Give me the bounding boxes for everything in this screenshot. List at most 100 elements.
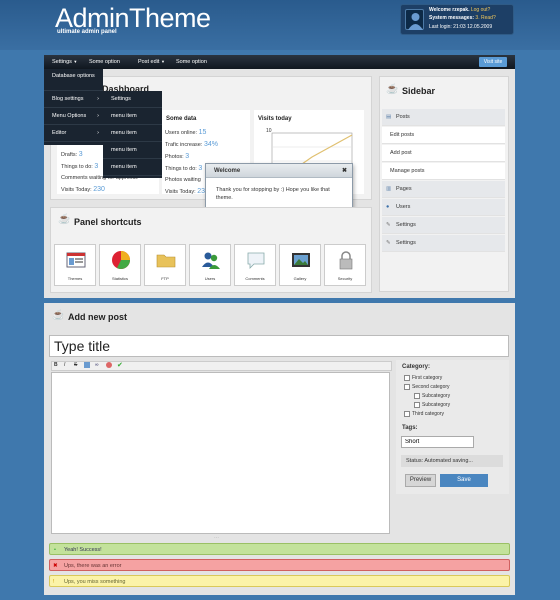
checkbox[interactable] [414,401,420,408]
error-icon: ✖ [53,563,58,569]
shortcut-themes[interactable]: Themes [54,244,96,286]
welcome-text: Welcome rzepak. [429,7,470,13]
sidebar-item-settings[interactable]: ✎ Settings [382,217,505,234]
shortcuts-title: Panel shortcuts [74,217,142,227]
title-input[interactable] [49,335,509,357]
submenu-item[interactable]: menu item [103,125,162,142]
coffee-icon: ☕ [386,84,399,95]
dialog-title: Welcome [214,168,241,174]
checkbox[interactable] [404,374,410,381]
shortcut-label: Gallery [293,276,307,281]
resize-handle[interactable]: ⋯ [214,535,219,541]
wrench-icon: ✎ [386,222,391,228]
comments-icon [247,252,265,269]
strike-button[interactable]: S [74,362,77,368]
sidebar-item-add-post[interactable]: Add post [382,145,505,162]
sidebar-item-manage-posts[interactable]: Manage posts [382,163,505,180]
check-icon[interactable]: ✔ [117,361,123,369]
shortcut-comments[interactable]: Comments [234,244,276,286]
sidebar-item-settings-2[interactable]: ✎ Settings [382,235,505,252]
shortcut-label: Security [337,276,353,281]
warning-message: ! Ups, you miss something [49,575,510,587]
submenu-item[interactable]: menu item [103,108,162,125]
italic-button[interactable]: I [64,362,65,368]
sidebar-item-users[interactable]: ● Users [382,199,505,216]
menu-menu-options[interactable]: Menu Options › [44,108,103,125]
menu-blog-settings[interactable]: Blog settings › [44,91,103,108]
lock-icon [339,251,353,270]
menu-options-submenu: menu item menu item menu item menu item [103,108,162,178]
shortcut-ftp[interactable]: FTP [144,244,186,286]
tagline: ultimate admin panel [57,29,117,35]
link-icon[interactable]: ∞ [95,362,99,368]
shortcut-users[interactable]: Users [189,244,231,286]
dialog-text: Thank you for stopping by :) Hope you li… [216,187,330,201]
some-data-title: Some data [166,116,197,122]
shortcut-label: Themes [67,276,83,281]
system-messages-label: System messages: [429,15,475,21]
post-content-editor[interactable] [51,372,390,534]
visit-site-button[interactable]: Visit site [479,57,507,67]
submenu-item[interactable]: menu item [103,159,162,176]
pages-icon: ▥ [386,186,392,192]
category-label: Category: [402,364,431,370]
shortcut-statistics[interactable]: Statistics [99,244,141,286]
tags-label: Tags: [402,425,418,431]
checkbox[interactable] [404,383,410,390]
shortcut-label: FTP [161,276,169,281]
save-button[interactable]: Save [440,474,488,487]
error-message: ✖ Ups, there was an error [49,559,510,571]
category-second: Second category [412,384,450,390]
category-first: First category [412,375,443,381]
add-post-title: Add new post [68,312,127,322]
checkbox[interactable] [414,392,420,399]
tags-input[interactable] [401,436,474,448]
category-sub-2: Subcategory [422,402,451,408]
visits-today-title: Visits today [258,116,292,122]
shortcut-label: Users [204,276,216,281]
folder-icon [156,254,176,268]
nav-some-option-2[interactable]: Some option [176,55,207,69]
editor-toolbar [51,361,392,371]
wrench-icon: ✎ [386,240,391,246]
sidebar-item-pages[interactable]: ▥ Pages [382,181,505,198]
coffee-icon: ☕ [52,310,65,321]
menu-editor[interactable]: Editor › [44,125,103,142]
sidebar-item-edit-posts[interactable]: Edit posts [382,127,505,144]
shortcut-security[interactable]: Security [324,244,366,286]
shortcut-label: Comments [245,276,265,281]
bold-button[interactable]: B [54,362,58,368]
themes-icon [66,252,86,268]
logout-link[interactable]: Log out? [471,7,490,13]
checkbox[interactable] [404,410,410,417]
shortcut-gallery[interactable]: Gallery [279,244,321,286]
messages-count[interactable]: 3. [475,15,479,21]
category-third: Third category [412,411,444,417]
unlink-icon[interactable] [106,362,112,368]
submenu-item[interactable]: menu item [103,142,162,159]
close-icon[interactable]: ✖ [342,164,347,178]
chart-y-tick: 10 [266,128,272,134]
users-icon: ● [386,204,390,210]
preview-button[interactable]: Preview [405,474,436,487]
submenu-settings[interactable]: Settings [103,91,162,108]
sidebar-item-posts[interactable]: ▤ Posts [382,109,505,126]
category-list: First category Second category Subcatego… [404,374,450,419]
category-sub: Subcategory [422,393,451,399]
posts-icon: ▤ [386,114,392,120]
chevron-right-icon: › [97,96,99,102]
nav-settings[interactable]: Settings ▼ [52,55,77,69]
nav-post-edit[interactable]: Post edit ▼ [138,55,165,69]
last-login: Last login: 21:03 12.05.2009 [429,24,493,30]
warning-icon: ! [53,579,55,585]
nav-some-option[interactable]: Some option [89,55,120,69]
shortcut-label: Statistics [111,276,128,281]
chevron-down-icon: ▼ [73,59,78,64]
success-icon: • [54,547,56,553]
menu-database-options[interactable]: Database options [44,69,103,91]
coffee-icon: ☕ [58,214,71,225]
image-icon[interactable] [84,362,90,368]
blog-settings-submenu: Settings [103,91,162,108]
pie-chart-icon [112,251,130,269]
read-link[interactable]: Read? [481,15,496,21]
